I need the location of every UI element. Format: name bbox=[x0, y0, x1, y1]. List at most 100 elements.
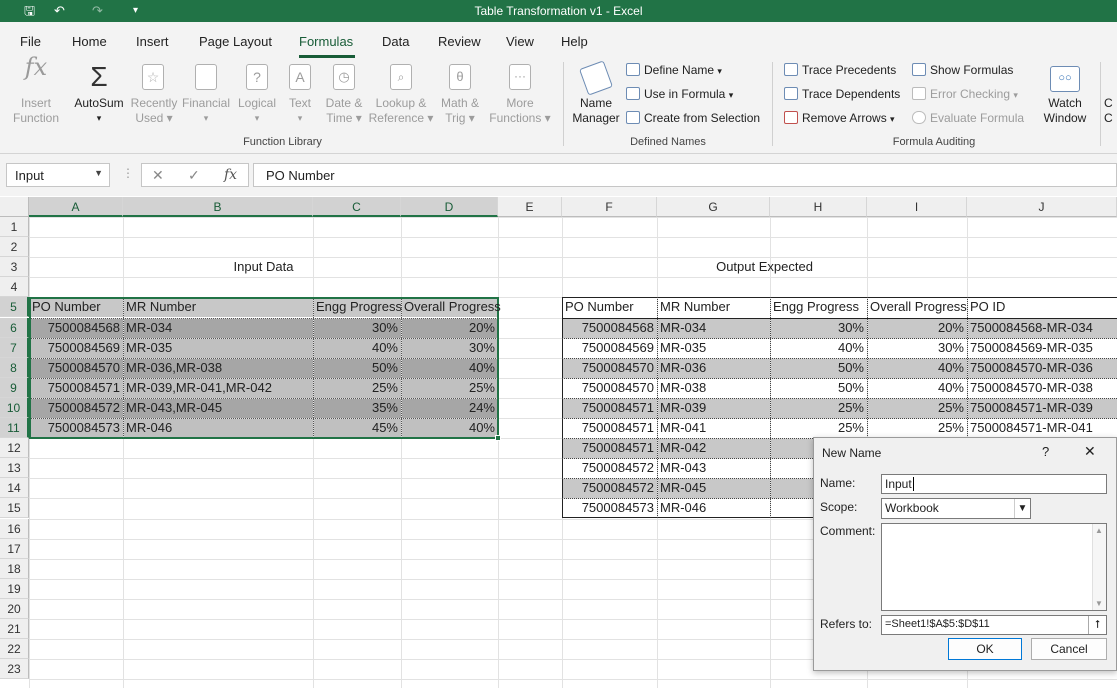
column-header[interactable]: D bbox=[401, 197, 498, 217]
output-cell[interactable]: MR-038 bbox=[657, 378, 770, 398]
row-header[interactable]: 17 bbox=[0, 538, 29, 559]
input-cell[interactable]: 7500084569 bbox=[29, 338, 123, 358]
input-cell[interactable]: 24% bbox=[401, 398, 498, 418]
row-header[interactable]: 14 bbox=[0, 478, 29, 499]
tab-formulas[interactable]: Formulas bbox=[299, 34, 353, 49]
more-functions-button[interactable]: ··· More Functions ▾ bbox=[486, 60, 554, 126]
input-cell[interactable]: 50% bbox=[313, 358, 401, 378]
output-cell[interactable]: 25% bbox=[770, 398, 867, 418]
close-button[interactable]: ✕ bbox=[1084, 443, 1096, 460]
output-cell[interactable]: 7500084569 bbox=[562, 338, 657, 358]
financial-button[interactable]: Financial ▾ bbox=[180, 60, 232, 126]
row-header[interactable]: 20 bbox=[0, 598, 29, 619]
input-header-cell[interactable]: MR Number bbox=[123, 297, 199, 317]
input-header-cell[interactable]: PO Number bbox=[29, 297, 104, 317]
output-cell[interactable]: 20% bbox=[867, 318, 967, 338]
show-formulas-button[interactable]: Show Formulas bbox=[912, 63, 1013, 78]
row-header[interactable]: 18 bbox=[0, 558, 29, 579]
column-header[interactable]: B bbox=[123, 197, 313, 217]
output-cell[interactable]: 7500084572 bbox=[562, 458, 657, 478]
formula-input[interactable]: PO Number bbox=[253, 163, 1117, 187]
input-cell[interactable]: 35% bbox=[313, 398, 401, 418]
output-cell[interactable]: 7500084568-MR-034 bbox=[967, 318, 1117, 338]
row-header[interactable]: 10 bbox=[0, 397, 29, 418]
row-header[interactable]: 2 bbox=[0, 237, 29, 258]
row-header[interactable]: 13 bbox=[0, 458, 29, 479]
output-cell[interactable]: MR-035 bbox=[657, 338, 770, 358]
row-header[interactable]: 1 bbox=[0, 217, 29, 238]
insert-function-icon[interactable]: fx bbox=[224, 167, 237, 183]
output-header-cell[interactable]: Engg Progress bbox=[770, 297, 867, 317]
row-header[interactable]: 4 bbox=[0, 277, 29, 298]
output-cell[interactable]: 40% bbox=[867, 378, 967, 398]
scroll-down-icon[interactable]: ▼ bbox=[1095, 599, 1103, 608]
output-cell[interactable]: 7500084571 bbox=[562, 438, 657, 458]
insert-function-button[interactable]: fx Insert Function bbox=[6, 55, 66, 126]
input-cell[interactable]: 7500084572 bbox=[29, 398, 123, 418]
output-cell[interactable]: MR-036 bbox=[657, 358, 770, 378]
input-cell[interactable]: 25% bbox=[401, 378, 498, 398]
input-header-cell[interactable]: Engg Progress bbox=[313, 297, 405, 317]
output-cell[interactable]: 50% bbox=[770, 378, 867, 398]
name-box[interactable]: Input ▼ bbox=[6, 163, 110, 187]
output-cell[interactable]: MR-043 bbox=[657, 458, 770, 478]
output-cell[interactable]: 30% bbox=[770, 318, 867, 338]
output-header-cell[interactable]: MR Number bbox=[657, 297, 770, 317]
ok-button[interactable]: OK bbox=[948, 638, 1022, 660]
column-header[interactable]: J bbox=[967, 197, 1117, 217]
output-cell[interactable]: 25% bbox=[770, 418, 867, 438]
row-header[interactable]: 22 bbox=[0, 639, 29, 660]
input-cell[interactable]: 40% bbox=[401, 358, 498, 378]
column-header[interactable]: C bbox=[313, 197, 401, 217]
output-cell[interactable]: MR-039 bbox=[657, 398, 770, 418]
input-cell[interactable]: 30% bbox=[401, 338, 498, 358]
calculation-button-cut-off[interactable]: C C bbox=[1104, 96, 1117, 126]
output-cell[interactable]: 7500084570 bbox=[562, 358, 657, 378]
output-cell[interactable]: 7500084569-MR-035 bbox=[967, 338, 1117, 358]
input-cell[interactable]: 7500084573 bbox=[29, 418, 123, 438]
tab-review[interactable]: Review bbox=[438, 34, 481, 49]
help-button[interactable]: ? bbox=[1042, 444, 1049, 459]
output-cell[interactable]: 30% bbox=[867, 338, 967, 358]
lookup-reference-button[interactable]: ⌕ Lookup & Reference ▾ bbox=[368, 60, 434, 126]
input-cell[interactable]: 45% bbox=[313, 418, 401, 438]
input-cell[interactable]: 7500084570 bbox=[29, 358, 123, 378]
cancel-icon[interactable]: ✕ bbox=[152, 167, 164, 184]
watch-window-button[interactable]: ○○ Watch Window bbox=[1036, 60, 1094, 126]
scope-select[interactable]: Workbook ▼ bbox=[881, 498, 1031, 519]
tab-view[interactable]: View bbox=[506, 34, 534, 49]
row-header[interactable]: 12 bbox=[0, 438, 29, 459]
row-header[interactable]: 5 bbox=[0, 297, 29, 318]
chevron-down-icon[interactable]: ▼ bbox=[94, 168, 103, 178]
output-cell[interactable]: 7500084568 bbox=[562, 318, 657, 338]
output-header-cell[interactable]: PO ID bbox=[967, 297, 1117, 317]
output-cell[interactable]: MR-041 bbox=[657, 418, 770, 438]
output-header-cell[interactable]: PO Number bbox=[562, 297, 657, 317]
input-cell[interactable]: MR-036,MR-038 bbox=[123, 358, 313, 378]
math-trig-button[interactable]: θ Math & Trig ▾ bbox=[436, 60, 484, 126]
enter-icon[interactable]: ✓ bbox=[188, 167, 200, 184]
tab-page-layout[interactable]: Page Layout bbox=[199, 34, 272, 49]
name-manager-button[interactable]: Name Manager bbox=[568, 60, 624, 126]
input-header-cell[interactable]: Overall Progress bbox=[401, 297, 504, 317]
row-header[interactable]: 6 bbox=[0, 317, 29, 338]
recently-used-button[interactable]: ☆ Recently Used ▾ bbox=[128, 60, 180, 126]
row-header[interactable]: 9 bbox=[0, 377, 29, 398]
row-header[interactable]: 16 bbox=[0, 518, 29, 539]
define-name-button[interactable]: Define Name ▾ bbox=[626, 63, 722, 79]
text-button[interactable]: A Text ▾ bbox=[282, 60, 318, 126]
output-cell[interactable]: 40% bbox=[867, 358, 967, 378]
row-header[interactable]: 15 bbox=[0, 498, 29, 519]
input-cell[interactable]: MR-039,MR-041,MR-042 bbox=[123, 378, 313, 398]
select-all-corner[interactable] bbox=[0, 197, 29, 217]
trace-precedents-button[interactable]: Trace Precedents bbox=[784, 63, 896, 78]
output-cell[interactable]: MR-042 bbox=[657, 438, 770, 458]
name-input[interactable]: Input bbox=[881, 474, 1107, 494]
input-cell[interactable]: MR-043,MR-045 bbox=[123, 398, 313, 418]
tab-data[interactable]: Data bbox=[382, 34, 409, 49]
input-cell[interactable]: 25% bbox=[313, 378, 401, 398]
row-header[interactable]: 7 bbox=[0, 337, 29, 358]
column-header[interactable]: F bbox=[562, 197, 657, 217]
input-cell[interactable]: 7500084568 bbox=[29, 318, 123, 338]
cancel-button[interactable]: Cancel bbox=[1031, 638, 1107, 660]
